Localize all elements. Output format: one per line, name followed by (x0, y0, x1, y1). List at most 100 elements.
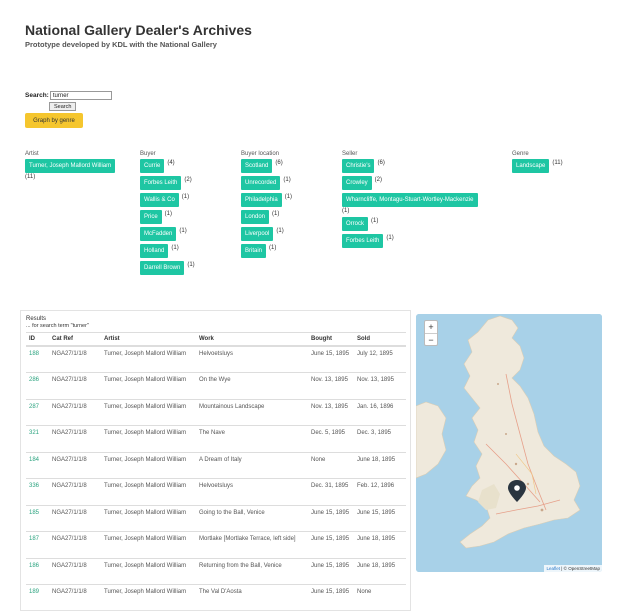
column-header-sold[interactable]: Sold (354, 332, 406, 347)
record-id-link[interactable]: 189 (26, 584, 49, 610)
record-id-link[interactable]: 287 (26, 398, 49, 426)
facet-tag-buyer[interactable]: Darrell Brown (140, 261, 185, 275)
column-header-id[interactable]: ID (26, 332, 49, 347)
sold-cell: Feb. 12, 1896 (354, 478, 406, 505)
record-id-link[interactable]: 184 (26, 451, 49, 479)
facet-tag-genre[interactable]: Landscape (512, 159, 550, 173)
facet-count: (1) (283, 177, 291, 183)
facet-tag-buyer[interactable]: Holland (140, 244, 169, 258)
work-cell: The Nave (196, 425, 308, 452)
facet-count: (1) (276, 228, 284, 234)
results-table: ID Cat Ref Artist Work Bought Sold 188 N… (26, 332, 406, 610)
page-subtitle: Prototype developed by KDL with the Nati… (25, 40, 217, 49)
town-marker (526, 482, 530, 486)
facet-tag-buyer[interactable]: Currie (140, 159, 165, 173)
cat-ref-cell: NGA27/1/1/8 (49, 345, 101, 373)
facet-tag-location[interactable]: Unrecorded (241, 176, 281, 190)
column-header-cat-ref[interactable]: Cat Ref (49, 332, 101, 347)
facet-buyer-location: Buyer location Scotland (6) Unrecorded (1)… (241, 151, 292, 261)
facet-tag-artist[interactable]: Turner, Joseph Mallord William (25, 159, 116, 173)
table-header-row: ID Cat Ref Artist Work Bought Sold (26, 332, 406, 347)
facet-tag-seller[interactable]: Wharncliffe, Montagu-Stuart-Wortley-Mack… (342, 193, 478, 207)
facet-tag-seller[interactable]: Forbes Leith (342, 234, 384, 248)
bought-cell: Dec. 31, 1895 (308, 478, 354, 505)
record-id-link[interactable]: 321 (26, 425, 49, 452)
cat-ref-cell: NGA27/1/1/8 (49, 478, 101, 505)
zoom-in-button[interactable]: + (425, 321, 437, 333)
map-panel[interactable]: + − Leaflet | © OpenStreetMap (416, 314, 602, 572)
record-id-link[interactable]: 188 (26, 345, 49, 373)
facet-tag-location[interactable]: Scotland (241, 159, 273, 173)
facet-heading: Genre (512, 151, 529, 157)
cat-ref-cell: NGA27/1/1/8 (49, 584, 101, 610)
sold-cell: Dec. 3, 1895 (354, 425, 406, 452)
bought-cell: June 15, 1895 (308, 584, 354, 610)
leaflet-link[interactable]: Leaflet (546, 566, 560, 571)
bought-cell: June 15, 1895 (308, 531, 354, 558)
zoom-out-button[interactable]: − (425, 333, 437, 345)
facet-tag-seller[interactable]: Orrock (342, 217, 368, 231)
bought-cell: None (308, 451, 354, 479)
facet-tag-location[interactable]: Britain (241, 244, 267, 258)
record-id-link[interactable]: 286 (26, 372, 49, 399)
facet-tag-location[interactable]: Liverpool (241, 227, 274, 241)
facet-count: (1) (269, 245, 277, 251)
bought-cell: June 15, 1895 (308, 345, 354, 373)
sold-cell: Jan. 16, 1896 (354, 398, 406, 426)
facet-count: (1) (179, 228, 187, 234)
graph-by-genre-button[interactable]: Graph by genre (25, 113, 83, 128)
facet-count: (1) (187, 262, 195, 268)
town-marker (514, 462, 518, 466)
page-title: National Gallery Dealer's Archives (25, 22, 252, 38)
search-input[interactable] (49, 91, 112, 100)
record-id-link[interactable]: 185 (26, 504, 49, 532)
column-header-bought[interactable]: Bought (308, 332, 354, 347)
work-cell: The Val D'Aosta (196, 584, 308, 610)
cat-ref-cell: NGA27/1/1/8 (49, 531, 101, 558)
facet-tag-location[interactable]: London (241, 210, 270, 224)
facet-tag-seller[interactable]: Christie's (342, 159, 375, 173)
map-canvas[interactable] (416, 314, 602, 572)
cat-ref-cell: NGA27/1/1/8 (49, 425, 101, 452)
artist-cell: Turner, Joseph Mallord William (101, 398, 196, 426)
column-header-work[interactable]: Work (196, 332, 308, 347)
column-header-artist[interactable]: Artist (101, 332, 196, 347)
bought-cell: Dec. 5, 1895 (308, 425, 354, 452)
search-button[interactable]: Search (49, 102, 77, 111)
bought-cell: Nov. 13, 1895 (308, 398, 354, 426)
facet-tag-buyer[interactable]: McFadden (140, 227, 177, 241)
artist-cell: Turner, Joseph Mallord William (101, 451, 196, 479)
bought-cell: June 15, 1895 (308, 504, 354, 532)
facet-seller: Seller Christie's (6) Crowley (2) Wharncli… (342, 151, 478, 251)
artist-cell: Turner, Joseph Mallord William (101, 557, 196, 585)
record-id-link[interactable]: 336 (26, 478, 49, 505)
search-form: Search: Search (25, 91, 112, 111)
facet-genre: Genre Landscape (11) (512, 151, 563, 176)
record-id-link[interactable]: 187 (26, 531, 49, 558)
facet-tag-buyer[interactable]: Forbes Leith (140, 176, 182, 190)
table-row: 187 NGA27/1/1/8 Turner, Joseph Mallord W… (26, 531, 406, 558)
bought-cell: June 15, 1895 (308, 557, 354, 585)
facet-heading: Buyer location (241, 151, 280, 157)
artist-cell: Turner, Joseph Mallord William (101, 584, 196, 610)
table-row: 188 NGA27/1/1/8 Turner, Joseph Mallord W… (26, 345, 406, 373)
cat-ref-cell: NGA27/1/1/8 (49, 398, 101, 426)
facet-tag-seller[interactable]: Crowley (342, 176, 372, 190)
work-cell: A Dream of Italy (196, 451, 308, 479)
record-id-link[interactable]: 186 (26, 557, 49, 585)
town-marker (505, 433, 507, 435)
map-pin-center (514, 485, 520, 491)
facet-tag-location[interactable]: Philadelphia (241, 193, 282, 207)
town-marker (540, 508, 544, 512)
map-attribution: Leaflet | © OpenStreetMap (544, 565, 602, 572)
work-cell: On the Wye (196, 372, 308, 399)
sold-cell: None (354, 584, 406, 610)
sold-cell: Nov. 13, 1895 (354, 372, 406, 399)
facet-tag-buyer[interactable]: Price (140, 210, 162, 224)
artist-cell: Turner, Joseph Mallord William (101, 372, 196, 399)
facet-count: (1) (371, 218, 379, 224)
facet-tag-buyer[interactable]: Wallis & Co (140, 193, 179, 207)
search-label: Search: (25, 92, 49, 100)
facet-count: (1) (164, 211, 173, 217)
table-row: 321 NGA27/1/1/8 Turner, Joseph Mallord W… (26, 425, 406, 452)
